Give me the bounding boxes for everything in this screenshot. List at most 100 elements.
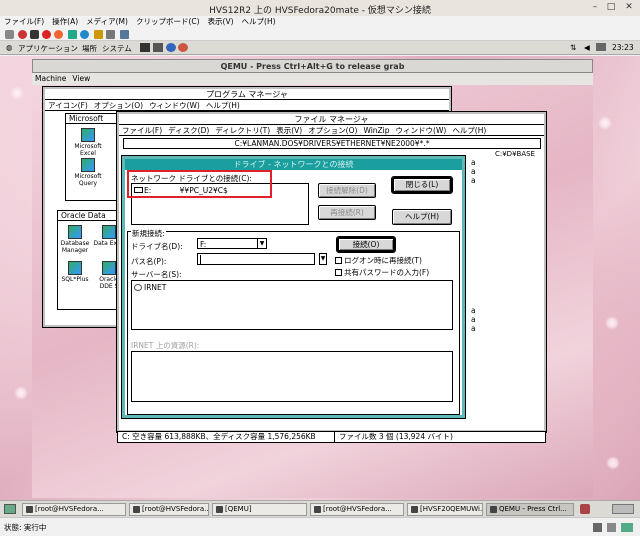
checkpoint-icon[interactable]: [94, 30, 103, 39]
directory-window-title[interactable]: C:¥LANMAN.DOS¥DRIVERS¥ETHERNET¥NE2000¥*.…: [123, 138, 541, 149]
close-button[interactable]: ✕: [622, 2, 636, 13]
tray-app-icon[interactable]: [580, 504, 590, 514]
taskbar-item-hvsf20[interactable]: [HVSF20QEMUWi...: [407, 503, 483, 516]
network-connection-dialog: ドライブ - ネットワークとの接続 ネットワーク ドライブとの接続(C): E:…: [121, 155, 466, 419]
taskbar-item-qemu-active[interactable]: QEMU - Press Ctrl...: [486, 503, 574, 516]
host-menu-help[interactable]: ヘルプ(H): [238, 16, 280, 28]
progman-menu-options[interactable]: オプション(O): [91, 100, 146, 110]
server-list[interactable]: IRNET: [131, 280, 453, 330]
save-state-icon[interactable]: [54, 30, 63, 39]
enhanced-session-icon[interactable]: [120, 30, 129, 39]
panel-menu-places[interactable]: 場所: [82, 43, 97, 54]
checkbox-box[interactable]: [335, 269, 342, 276]
browser-launcher-icon[interactable]: [166, 43, 176, 52]
help-launcher-icon[interactable]: [178, 43, 188, 52]
taskbar-item-terminal-2[interactable]: [root@HVSFedora...: [129, 503, 209, 516]
pause-icon[interactable]: [68, 30, 77, 39]
wallpaper-blossom: [10, 86, 24, 100]
path-history-arrow-icon[interactable]: ▼: [319, 253, 327, 265]
program-item-query[interactable]: Microsoft Query: [68, 158, 108, 187]
shutdown-icon[interactable]: [42, 30, 51, 39]
qemu-menu-view[interactable]: View: [69, 73, 93, 85]
file-list-column-top: aaa: [471, 158, 476, 185]
program-manager-title: プログラム マネージャ: [45, 89, 449, 100]
program-item-excel[interactable]: Microsoft Excel: [68, 128, 108, 157]
server-list-item-irnet[interactable]: IRNET: [134, 283, 166, 292]
group-oracle-title: Oracle Data: [58, 211, 126, 221]
progman-menu-icon[interactable]: アイコン(F): [45, 100, 91, 110]
start-icon[interactable]: [18, 30, 27, 39]
progman-menu-help[interactable]: ヘルプ(H): [203, 100, 243, 110]
panel-menu-applications[interactable]: アプリケーション: [18, 43, 78, 54]
taskbar-item-qemu[interactable]: [QEMU]: [212, 503, 307, 516]
fileman-menu-options[interactable]: オプション(O): [305, 125, 360, 135]
file-list-column-bottom: aaa: [471, 306, 476, 333]
fileman-menu-view[interactable]: 表示(V): [273, 125, 305, 135]
host-menu-bar: ファイル(F) 操作(A) メディア(M) クリップボード(C) 表示(V) ヘルプ(H): [0, 16, 640, 28]
minimize-button[interactable]: –: [588, 2, 602, 13]
disconnect-button[interactable]: 接続解除(D): [318, 183, 376, 198]
progman-menu-window[interactable]: ウィンドウ(W): [146, 100, 203, 110]
host-menu-clipboard[interactable]: クリップボード(C): [132, 16, 204, 28]
reset-icon[interactable]: [80, 30, 89, 39]
logon-reconnect-checkbox[interactable]: ログオン時に再接続(T): [335, 255, 422, 266]
data-expo-icon: [102, 225, 116, 239]
qemu-menu-machine[interactable]: Machine: [32, 73, 69, 85]
host-window-title: HVS12R2 上の HVSFedora20mate - 仮想マシン接続: [209, 6, 431, 16]
maximize-button[interactable]: □: [604, 2, 618, 13]
host-menu-action[interactable]: 操作(A): [48, 16, 82, 28]
host-menu-media[interactable]: メディア(M): [82, 16, 132, 28]
panel-menu-system[interactable]: システム: [102, 43, 132, 54]
program-item-database-manager[interactable]: Database Manager: [58, 225, 92, 254]
fileman-menu-window[interactable]: ウィンドウ(W): [393, 125, 450, 135]
fileman-menu-disk[interactable]: ディスク(D): [165, 125, 212, 135]
volume-icon[interactable]: ◀: [584, 43, 590, 52]
query-icon: [81, 158, 95, 172]
highlight-annotation: [127, 170, 272, 198]
keyboard-icon[interactable]: [596, 43, 606, 51]
workspace-switcher[interactable]: [612, 504, 634, 514]
network-icon[interactable]: ⇅: [570, 43, 576, 52]
resources-list[interactable]: [131, 351, 453, 402]
host-menu-view[interactable]: 表示(V): [204, 16, 238, 28]
file-count-status: ファイル数 3 個 (13,924 バイト): [334, 432, 453, 442]
connect-button[interactable]: 接続(O): [336, 236, 396, 253]
ctrl-alt-del-icon[interactable]: [5, 30, 14, 39]
file-manager-title: ファイル マネージャ: [119, 114, 544, 125]
checkbox-box[interactable]: [335, 257, 342, 264]
fileman-menu-file[interactable]: ファイル(F): [119, 125, 165, 135]
dropdown-arrow-icon[interactable]: ▼: [257, 239, 266, 248]
fileman-menu-help[interactable]: ヘルプ(H): [449, 125, 489, 135]
qemu-menu-bar: Machine View: [32, 73, 593, 85]
keyboard-status-icon: [593, 523, 602, 532]
monitor-launcher-icon[interactable]: [153, 43, 163, 52]
fileman-menu-winzip[interactable]: WinZip: [360, 125, 392, 135]
drive-name-combo[interactable]: F: ▼: [197, 238, 267, 249]
shared-password-checkbox[interactable]: 共有パスワードの入力(F): [335, 267, 429, 278]
vm-state-text: 状態: 実行中: [4, 523, 47, 532]
host-title-bar: HVS12R2 上の HVSFedora20mate - 仮想マシン接続 – □…: [0, 0, 640, 16]
turn-off-icon[interactable]: [30, 30, 39, 39]
show-desktop-icon[interactable]: [4, 504, 16, 514]
close-dialog-button[interactable]: 閉じる(L): [391, 176, 453, 194]
qemu-window-title: QEMU - Press Ctrl+Alt+G to release grab: [220, 62, 405, 71]
host-status-bar: 状態: 実行中: [0, 517, 640, 536]
terminal-launcher-icon[interactable]: [140, 43, 150, 52]
guest-top-panel: ◍ アプリケーション 場所 システム ⇅ ◀ 23:23: [0, 41, 640, 55]
database-manager-icon: [68, 225, 82, 239]
lock-status-icon: [607, 523, 616, 532]
host-menu-file[interactable]: ファイル(F): [0, 16, 48, 28]
fileman-menu-directory[interactable]: ディレクトリ(T): [212, 125, 273, 135]
taskbar-item-terminal-3[interactable]: [root@HVSFedora...: [310, 503, 404, 516]
reconnect-button[interactable]: 再接続(R): [318, 205, 376, 220]
guest-taskbar: [root@HVSFedora... [root@HVSFedora... [Q…: [0, 500, 640, 517]
program-item-sqlplus[interactable]: SQL*Plus: [58, 261, 92, 283]
wallpaper-blossom: [598, 116, 612, 130]
panel-clock[interactable]: 23:23: [612, 43, 634, 52]
help-button[interactable]: ヘルプ(H): [392, 209, 452, 225]
path-name-input[interactable]: [197, 253, 315, 265]
revert-icon[interactable]: [106, 30, 115, 39]
windows31-screen: プログラム マネージャ アイコン(F) オプション(O) ウィンドウ(W) ヘルプ(H…: [32, 85, 593, 498]
file-manager-status-bar: C: 空き容量 613,888KB、全ディスク容量 1,576,256KB ファ…: [117, 431, 546, 443]
taskbar-item-terminal-1[interactable]: [root@HVSFedora...: [22, 503, 126, 516]
